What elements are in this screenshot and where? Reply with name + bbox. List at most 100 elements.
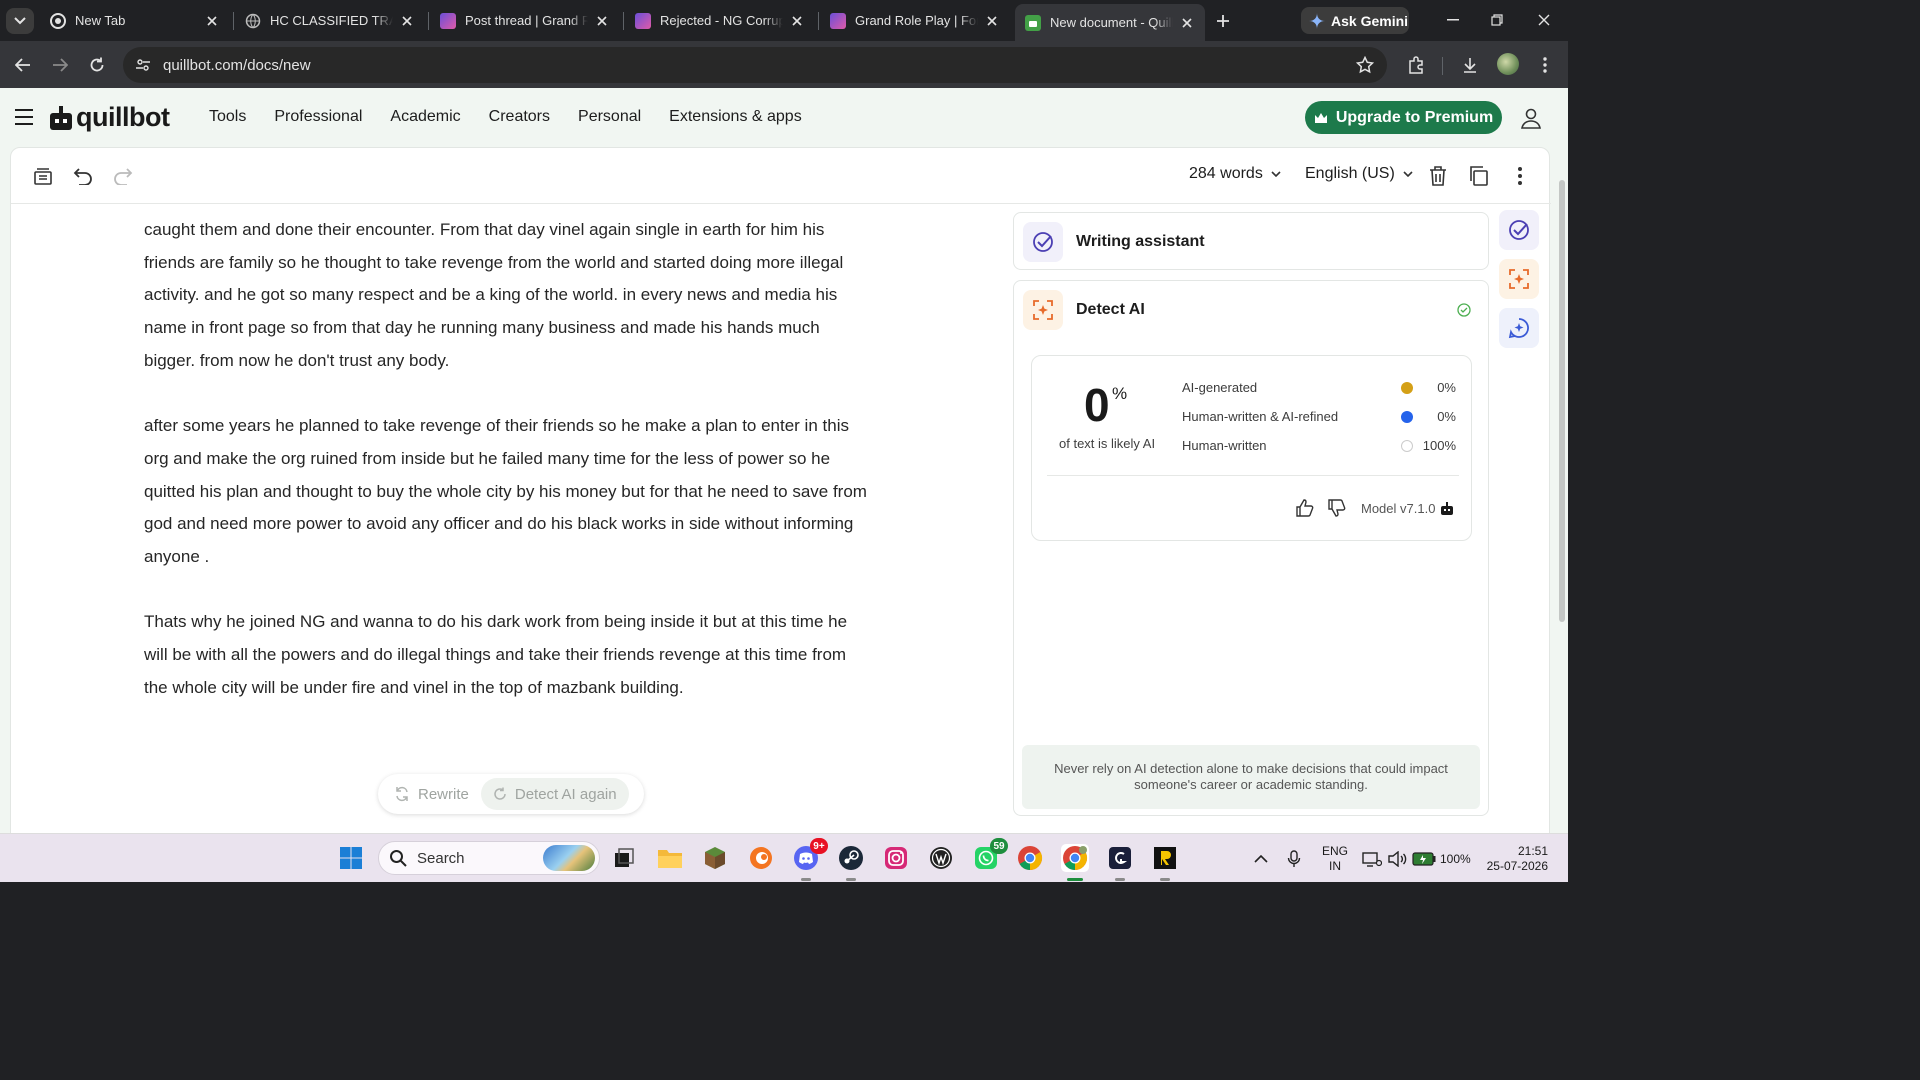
download-icon[interactable] — [1458, 53, 1482, 77]
arrow-left-icon — [15, 58, 30, 72]
crunchyroll-icon[interactable] — [747, 844, 775, 872]
address-bar[interactable]: quillbot.com/docs/new — [123, 47, 1387, 83]
battery-indicator[interactable]: 100% — [1412, 834, 1471, 883]
restore-button[interactable] — [1487, 10, 1507, 30]
legend-value: 0% — [1437, 380, 1456, 395]
documents-icon[interactable] — [31, 164, 55, 188]
forward-button[interactable] — [48, 53, 72, 77]
undo-icon[interactable] — [71, 164, 95, 188]
site-info-icon[interactable] — [135, 57, 151, 73]
trash-icon[interactable] — [1426, 164, 1450, 188]
quillbot-logo[interactable]: quillbot — [50, 102, 170, 133]
chrome-profile-taskbar-icon[interactable] — [1061, 844, 1089, 872]
gta-launcher-icon[interactable] — [1106, 844, 1134, 872]
volume-icon[interactable] — [1388, 834, 1408, 883]
new-tab-button[interactable] — [1212, 10, 1234, 32]
profile-avatar[interactable] — [1497, 53, 1519, 75]
browser-toolbar: quillbot.com/docs/new — [0, 41, 1568, 88]
success-check-icon — [1457, 303, 1471, 317]
hamburger-menu-icon[interactable] — [14, 108, 34, 126]
minimize-button[interactable] — [1443, 10, 1463, 30]
word-count-dropdown[interactable]: 284 words — [1189, 165, 1281, 183]
divider — [1047, 475, 1459, 476]
language-label: English (US) — [1305, 165, 1395, 182]
writing-assistant-rail-icon[interactable] — [1499, 210, 1539, 250]
ai-chat-rail-icon[interactable] — [1499, 308, 1539, 348]
windows-start-icon[interactable] — [337, 844, 365, 872]
clock[interactable]: 21:51 25-07-2026 — [1482, 834, 1548, 883]
language-dropdown[interactable]: English (US) — [1305, 165, 1413, 183]
thumbs-up-icon[interactable] — [1296, 499, 1314, 517]
chrome-taskbar-icon[interactable] — [1016, 844, 1044, 872]
legend-label: Human-written & AI-refined — [1182, 409, 1339, 424]
task-view-icon[interactable] — [610, 844, 638, 872]
crown-icon — [1314, 112, 1327, 123]
tab-new-tab[interactable]: New Tab — [40, 4, 230, 37]
document-text-area[interactable]: caught them and done their encounter. Fr… — [144, 214, 874, 737]
legend-label: AI-generated — [1182, 380, 1258, 395]
tab-quillbot[interactable]: New document - QuillBot — [1015, 4, 1205, 41]
tab-grp-forum[interactable]: Grand Role Play | Forum — [820, 4, 1010, 37]
network-icon[interactable] — [1362, 834, 1382, 883]
rewrite-button[interactable]: Rewrite — [382, 778, 481, 810]
nav-tools[interactable]: Tools — [209, 108, 246, 126]
rage-mp-icon[interactable] — [1151, 844, 1179, 872]
close-tab-icon[interactable] — [1179, 15, 1195, 31]
tab-title: New Tab — [75, 13, 126, 28]
back-button[interactable] — [11, 53, 35, 77]
more-options-icon[interactable] — [1508, 164, 1532, 188]
wordpress-icon[interactable] — [927, 844, 955, 872]
windows-taskbar: Search 9+ 59 ENG IN 100% 21:51 25-07-202… — [0, 833, 1568, 882]
account-icon[interactable] — [1520, 107, 1542, 129]
writing-assistant-card[interactable]: Writing assistant — [1013, 212, 1489, 270]
file-explorer-icon[interactable] — [656, 844, 684, 872]
show-hidden-icons[interactable] — [1254, 834, 1268, 883]
close-tab-icon[interactable] — [594, 13, 610, 29]
clock-time: 21:51 — [1517, 843, 1548, 858]
close-tab-icon[interactable] — [399, 13, 415, 29]
ask-gemini-button[interactable]: Ask Gemini — [1301, 7, 1409, 34]
bookmark-star-icon[interactable] — [1353, 53, 1377, 77]
detect-ai-rail-icon[interactable] — [1499, 259, 1539, 299]
tab-post-thread[interactable]: Post thread | Grand Role Play — [430, 4, 620, 37]
page-scrollbar[interactable] — [1559, 180, 1565, 622]
detect-ai-icon — [1023, 290, 1063, 330]
redo-icon[interactable] — [111, 164, 135, 188]
tab-rejected[interactable]: Rejected - NG Corruption — [625, 4, 815, 37]
close-window-button[interactable] — [1534, 10, 1554, 30]
nav-personal[interactable]: Personal — [578, 108, 641, 126]
nav-extensions-apps[interactable]: Extensions & apps — [669, 108, 802, 126]
quillbot-bot-icon — [1441, 502, 1454, 515]
legend-dot — [1401, 440, 1413, 452]
close-tab-icon[interactable] — [984, 13, 1000, 29]
thumbs-down-icon[interactable] — [1328, 499, 1346, 517]
extensions-icon[interactable] — [1404, 53, 1428, 77]
close-tab-icon[interactable] — [204, 13, 220, 29]
ai-percentage-caption: of text is likely AI — [1059, 436, 1156, 451]
search-icon — [390, 850, 407, 867]
instagram-icon[interactable] — [882, 844, 910, 872]
close-tab-icon[interactable] — [789, 13, 805, 29]
chrome-menu-icon[interactable] — [1533, 53, 1557, 77]
search-highlight-image — [543, 845, 595, 871]
microphone-icon[interactable] — [1287, 834, 1301, 883]
grp-forum-icon — [635, 12, 651, 29]
url-text: quillbot.com/docs/new — [163, 56, 311, 74]
nav-academic[interactable]: Academic — [390, 108, 460, 126]
upgrade-premium-button[interactable]: Upgrade to Premium — [1305, 101, 1502, 134]
nav-creators[interactable]: Creators — [489, 108, 550, 126]
tab-search-button[interactable] — [6, 8, 34, 34]
minecraft-icon[interactable] — [701, 844, 729, 872]
detect-ai-again-button[interactable]: Detect AI again — [480, 778, 629, 810]
nav-professional[interactable]: Professional — [274, 108, 362, 126]
copy-icon[interactable] — [1467, 164, 1491, 188]
tab-hc-classified[interactable]: HC CLASSIFIED TRAINING — [235, 4, 425, 37]
discord-icon[interactable]: 9+ — [792, 838, 828, 872]
reload-button[interactable] — [85, 53, 109, 77]
globe-icon — [245, 13, 261, 29]
steam-icon[interactable] — [837, 844, 865, 872]
clock-date: 25-07-2026 — [1486, 858, 1548, 873]
whatsapp-icon[interactable]: 59 — [972, 838, 1008, 872]
taskbar-search-box[interactable]: Search — [378, 841, 600, 875]
language-indicator[interactable]: ENG IN — [1322, 834, 1348, 883]
